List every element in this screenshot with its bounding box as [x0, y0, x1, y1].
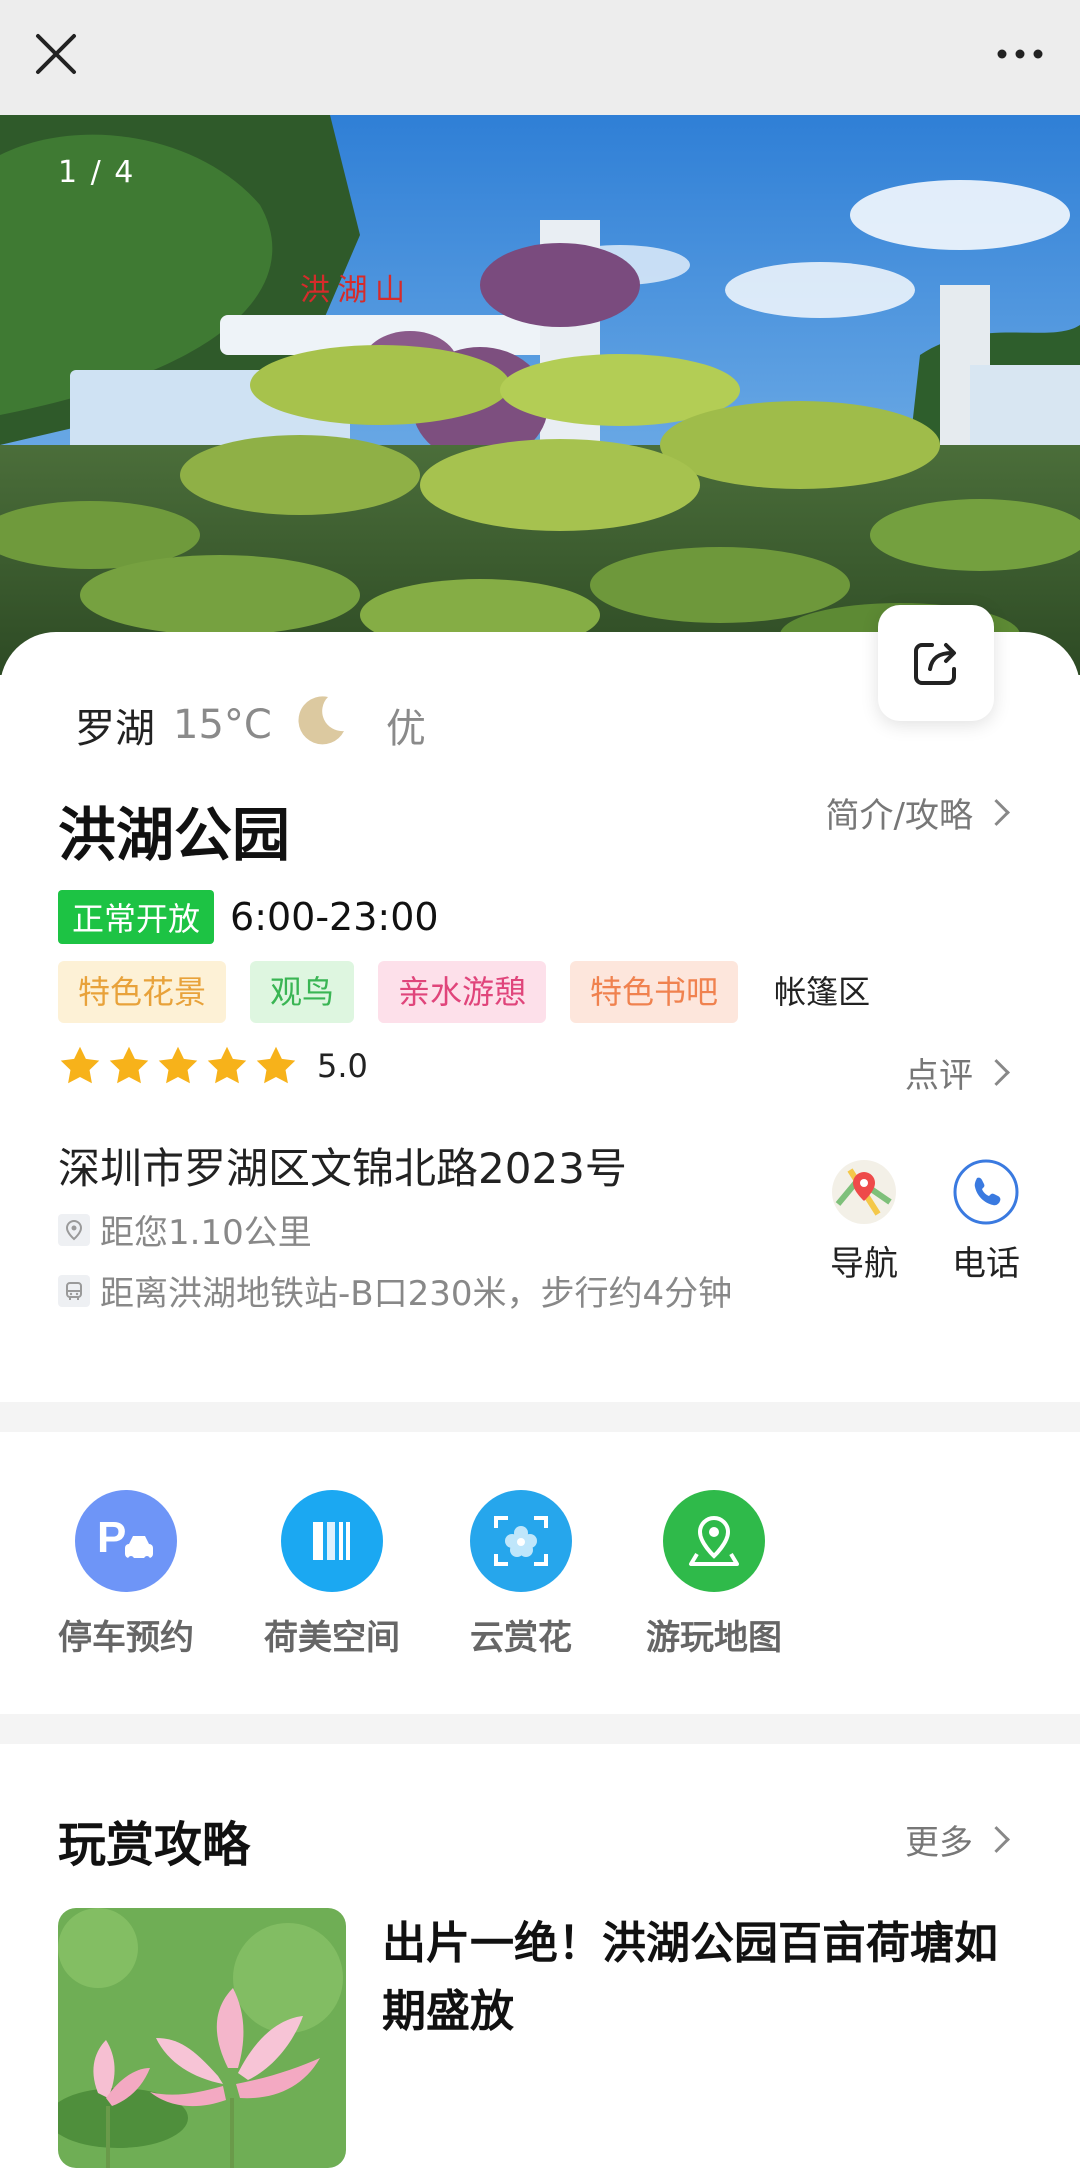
- location-pin-icon: [58, 1213, 90, 1246]
- review-link[interactable]: 点评: [905, 1048, 1010, 1097]
- navigation-label: 导航: [830, 1244, 898, 1284]
- tag-birdwatching[interactable]: 观鸟: [250, 961, 355, 1023]
- intro-link[interactable]: 简介/攻略: [825, 788, 1010, 837]
- quick-link-lotus-space-label: 荷美空间: [264, 1618, 400, 1658]
- article-thumbnail[interactable]: [58, 1908, 346, 2168]
- hero-photo: 洪 湖 山: [0, 115, 1080, 675]
- star-icon: [60, 1046, 100, 1084]
- guide-more-label: 更多: [905, 1823, 973, 1863]
- open-status-badge: 正常开放: [58, 890, 215, 944]
- park-name: 洪湖公园: [58, 801, 291, 869]
- quick-link-parking-label: 停车预约: [58, 1618, 194, 1658]
- chevron-right-icon: [983, 1059, 1010, 1086]
- map-pin-icon: [832, 1160, 896, 1224]
- guide-more-link[interactable]: 更多: [905, 1815, 1010, 1864]
- transit-text: 距离洪湖地铁站-B口230米，步行约4分钟: [100, 1274, 733, 1314]
- tag-bookbar[interactable]: 特色书吧: [570, 961, 739, 1023]
- top-bar: [0, 0, 1080, 115]
- svg-text:洪 湖 山: 洪 湖 山: [300, 274, 405, 307]
- quick-link-lotus-space[interactable]: 荷美空间: [264, 1490, 400, 1659]
- distance-text: 距您1.10公里: [100, 1213, 312, 1253]
- tag-waterside[interactable]: 亲水游憩: [378, 961, 547, 1023]
- phone-icon: [953, 1159, 1019, 1225]
- article-title[interactable]: 出片一绝！洪湖公园百亩荷塘如期盛放: [382, 1910, 1012, 2046]
- star-icon: [158, 1046, 198, 1084]
- weather-city: 罗湖: [75, 706, 155, 752]
- rating-score: 5.0: [317, 1047, 368, 1085]
- feature-tags: 特色花景 观鸟 亲水游憩 特色书吧 帐篷区: [58, 961, 906, 1023]
- transit-row: 距离洪湖地铁站-B口230米，步行约4分钟: [58, 1266, 732, 1315]
- phone-label: 电话: [952, 1244, 1020, 1284]
- close-icon[interactable]: [28, 26, 84, 82]
- share-button[interactable]: [878, 605, 994, 721]
- section-divider: [0, 1402, 1080, 1432]
- tag-tent-area[interactable]: 帐篷区: [762, 961, 882, 1023]
- star-icon: [109, 1046, 149, 1084]
- phone-button[interactable]: 电话: [952, 1158, 1020, 1285]
- weather-row: 罗湖 15°C 优: [75, 695, 426, 755]
- parking-icon: P: [75, 1490, 177, 1592]
- quick-link-cloud-flowers[interactable]: 云赏花: [470, 1490, 572, 1659]
- bus-icon: [58, 1274, 90, 1307]
- map-marker-icon: [663, 1490, 765, 1592]
- moon-icon: [294, 693, 348, 757]
- chevron-right-icon: [983, 1826, 1010, 1853]
- guide-section-title: 玩赏攻略: [58, 1817, 251, 1873]
- weather-temp: 15°C: [173, 702, 272, 748]
- distance-row: 距您1.10公里: [58, 1205, 312, 1254]
- opening-hours: 6:00-23:00: [230, 895, 439, 939]
- intro-link-label: 简介/攻略: [825, 796, 973, 836]
- rating-row: 5.0: [58, 1044, 368, 1088]
- review-link-label: 点评: [905, 1056, 973, 1096]
- chevron-right-icon: [983, 799, 1010, 826]
- quick-link-cloud-flowers-label: 云赏花: [470, 1618, 572, 1658]
- flower-scan-icon: [470, 1490, 572, 1592]
- image-counter: 1 / 4: [58, 155, 136, 190]
- hero-image-carousel[interactable]: 洪 湖 山 1 / 4: [0, 115, 1080, 675]
- tag-flowers[interactable]: 特色花景: [58, 961, 227, 1023]
- quick-link-parking[interactable]: P 停车预约: [58, 1490, 194, 1659]
- share-icon: [914, 643, 956, 685]
- section-divider: [0, 1714, 1080, 1744]
- more-dots-icon[interactable]: [988, 26, 1052, 82]
- navigation-button[interactable]: 导航: [830, 1158, 898, 1285]
- books-icon: [281, 1490, 383, 1592]
- svg-text:P: P: [97, 1513, 126, 1562]
- status-row: 正常开放 6:00-23:00: [58, 890, 439, 944]
- park-address[interactable]: 深圳市罗湖区文锦北路2023号: [58, 1135, 627, 1196]
- star-icon: [256, 1046, 296, 1084]
- quick-link-tour-map[interactable]: 游玩地图: [646, 1490, 782, 1659]
- quick-link-tour-map-label: 游玩地图: [646, 1618, 782, 1658]
- air-quality: 优: [385, 706, 426, 752]
- star-icon: [207, 1046, 247, 1084]
